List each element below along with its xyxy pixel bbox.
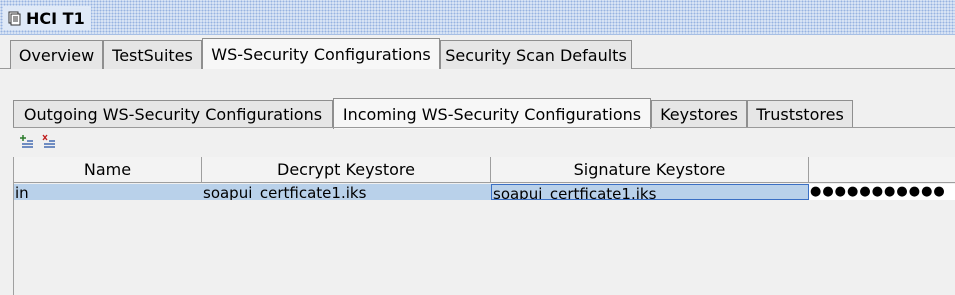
- column-header-password[interactable]: [809, 157, 955, 183]
- cell-password[interactable]: ●●●●●●●●●●●: [809, 184, 955, 200]
- tab-overview[interactable]: Overview: [10, 40, 103, 69]
- cell-decrypt-keystore[interactable]: soapui_certficate1.iks: [202, 184, 491, 200]
- table-row[interactable]: in soapui_certficate1.iks soapui_certfic…: [14, 184, 955, 200]
- title-bar: HCI T1: [0, 0, 955, 35]
- column-header-decrypt-keystore[interactable]: Decrypt Keystore: [202, 157, 491, 183]
- column-header-name[interactable]: Name: [14, 157, 202, 183]
- cell-name[interactable]: in: [14, 184, 202, 200]
- tab-security-scan-defaults[interactable]: Security Scan Defaults: [440, 40, 632, 69]
- tab-content-area: [8, 69, 955, 94]
- sub-tab-divider: [13, 127, 955, 128]
- window-title: HCI T1: [26, 8, 85, 28]
- document-icon: [6, 10, 22, 26]
- tab-ws-security-configurations[interactable]: WS-Security Configurations: [202, 38, 440, 70]
- incoming-ws-security-table: Name Decrypt Keystore Signature Keystore…: [13, 157, 955, 295]
- tab-outgoing-ws-security[interactable]: Outgoing WS-Security Configurations: [13, 100, 333, 128]
- tab-truststores[interactable]: Truststores: [747, 100, 853, 128]
- tab-incoming-ws-security[interactable]: Incoming WS-Security Configurations: [333, 98, 651, 129]
- cell-signature-keystore[interactable]: soapui_certficate1.iks: [491, 184, 809, 200]
- incoming-config-toolbar: [19, 133, 57, 151]
- add-row-icon[interactable]: [19, 134, 35, 150]
- remove-row-icon[interactable]: [41, 134, 57, 150]
- tab-keystores[interactable]: Keystores: [651, 100, 747, 128]
- tab-testsuites[interactable]: TestSuites: [103, 40, 202, 69]
- window-title-chip: HCI T1: [3, 6, 91, 30]
- column-header-signature-keystore[interactable]: Signature Keystore: [491, 157, 809, 183]
- table-header: Name Decrypt Keystore Signature Keystore: [14, 157, 955, 183]
- sub-tab-strip: Outgoing WS-Security Configurations Inco…: [13, 96, 955, 129]
- main-tab-strip: Overview TestSuites WS-Security Configur…: [0, 35, 955, 70]
